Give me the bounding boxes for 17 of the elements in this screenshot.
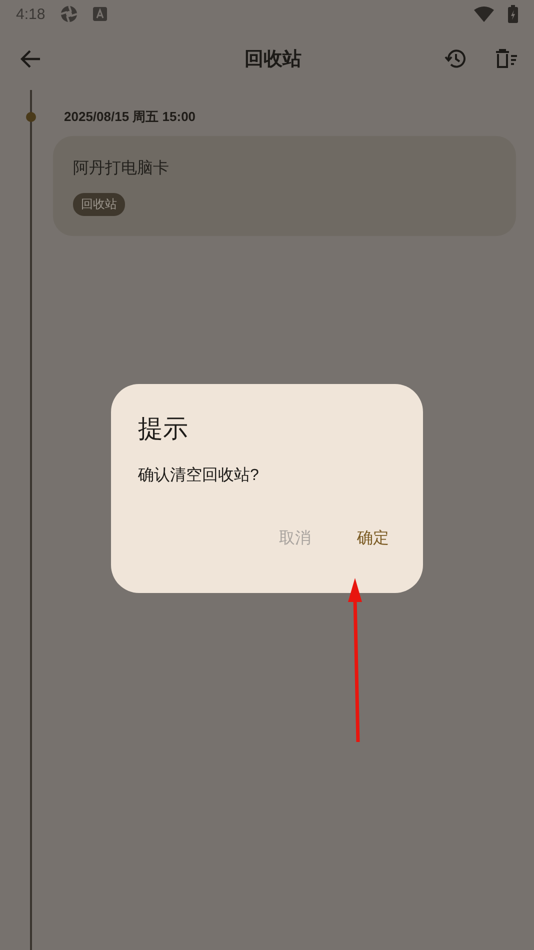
clear-trash-icon[interactable] (494, 47, 518, 71)
confirm-button[interactable]: 确定 (349, 524, 397, 553)
keyboard-notification-icon (93, 7, 108, 21)
note-tag: 回收站 (73, 193, 125, 216)
note-title: 阿丹打电脑卡 (73, 158, 170, 179)
timeline-dot (26, 112, 36, 122)
dialog-message: 确认清空回收站? (138, 466, 260, 486)
entry-date: 2025/08/15 周五 15:00 (64, 108, 196, 126)
note-card[interactable]: 阿丹打电脑卡 回收站 (53, 136, 516, 236)
app-notification-icon (59, 4, 80, 24)
back-icon[interactable] (20, 48, 42, 70)
battery-icon (508, 5, 518, 23)
dialog-title: 提示 (138, 414, 189, 445)
page-title: 回收站 (244, 48, 302, 72)
cancel-button[interactable]: 取消 (271, 524, 319, 553)
status-time: 4:18 (16, 6, 46, 22)
wifi-icon (474, 6, 494, 22)
